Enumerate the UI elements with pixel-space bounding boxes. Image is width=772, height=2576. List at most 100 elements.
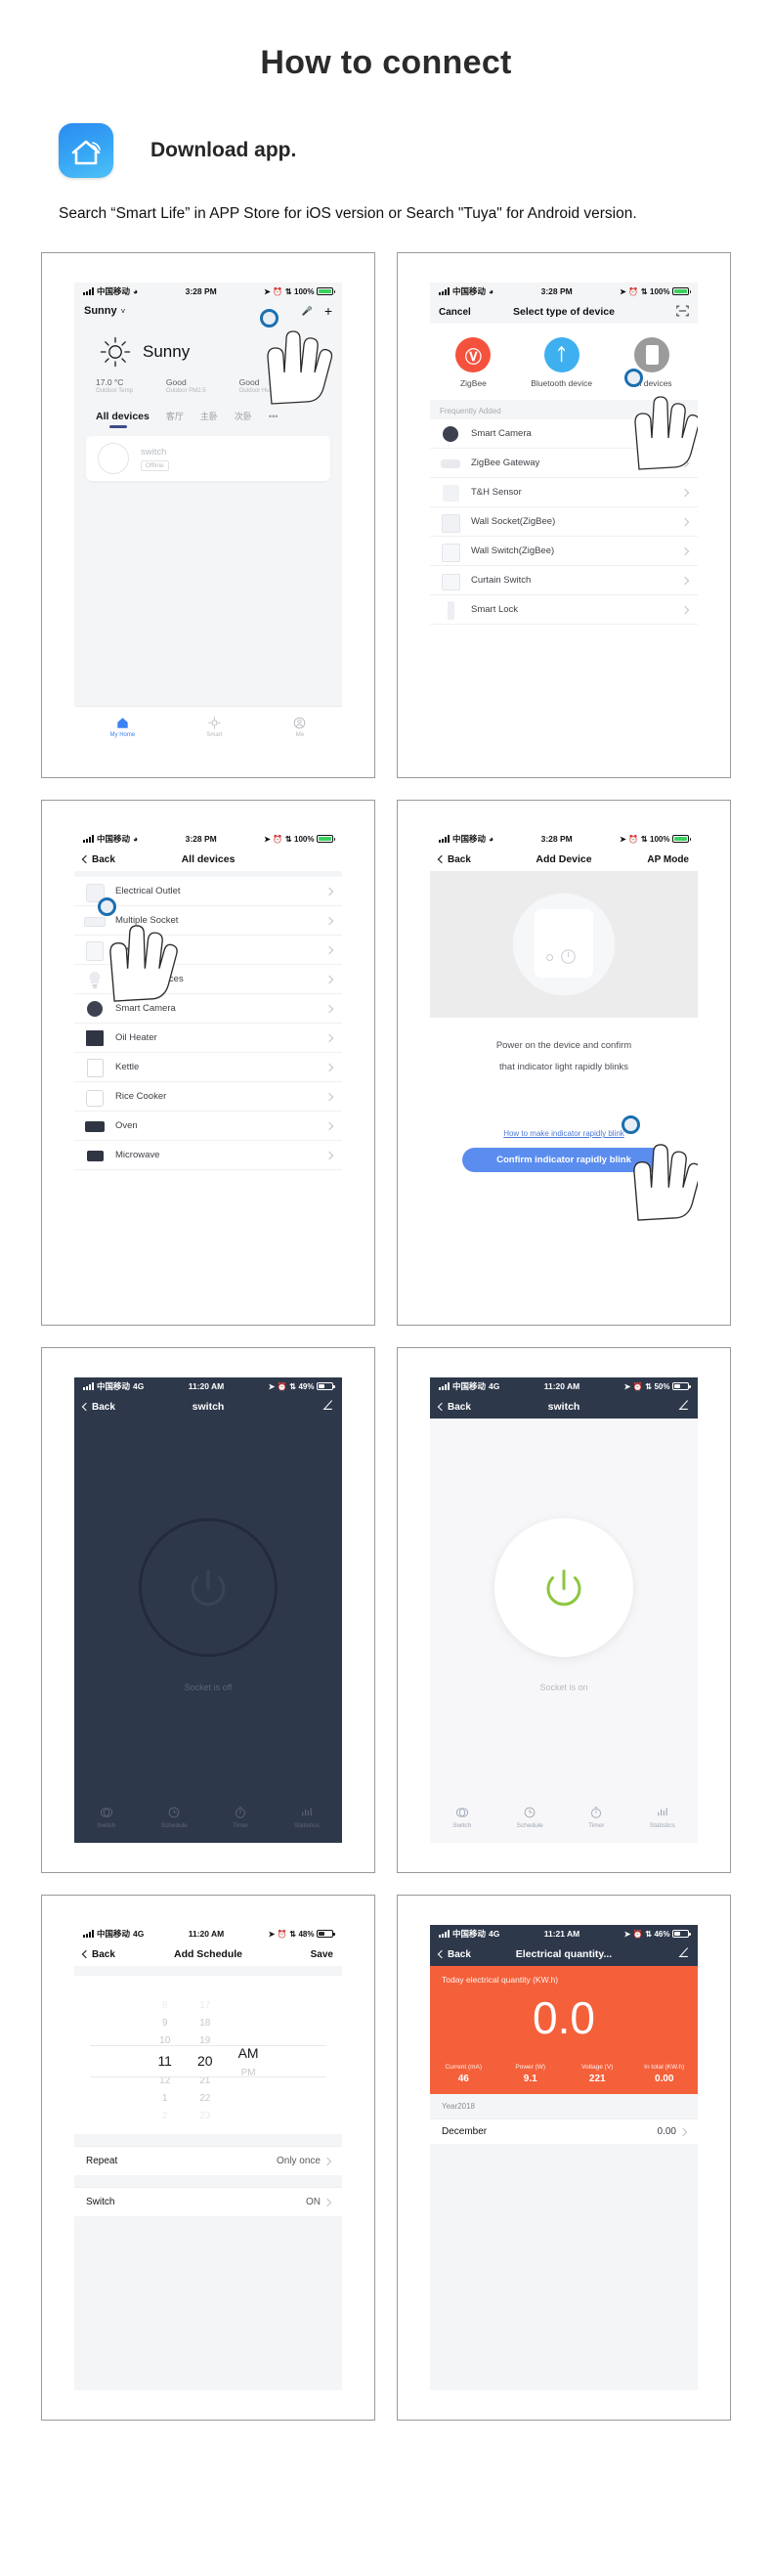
list-item[interactable]: Smart Camera (74, 994, 342, 1025)
power-toggle-button[interactable] (139, 1518, 278, 1658)
back-button[interactable]: Back (81, 853, 115, 865)
tab-timer[interactable]: Timer (233, 1806, 248, 1829)
list-item[interactable]: Rice Cooker (74, 1082, 342, 1113)
metric-voltage: Voltage (V) 221 (564, 2064, 631, 2084)
list-item[interactable]: Kettle (74, 1053, 342, 1083)
status-time: 11:20 AM (543, 1381, 580, 1392)
device-illustration (430, 871, 698, 1019)
type-tile-zigbee[interactable]: Ⓥ ZigBee (455, 337, 492, 388)
chevron-right-icon (324, 1092, 334, 1102)
stat-value: 17.0 °C (96, 377, 124, 388)
bottom-tab-smart[interactable]: Smart (206, 717, 222, 738)
type-tile-bluetooth[interactable]: ᛏ Bluetooth device (531, 337, 592, 388)
tab-statistics[interactable]: Statistics (650, 1806, 675, 1829)
city-selector[interactable]: Sunny (84, 305, 117, 317)
network-label: 4G (489, 1929, 500, 1940)
plus-icon[interactable]: + (324, 303, 332, 319)
grid-row-4: 中国移动 4G 11:20 AM ➤ ⏰ ⇅ 48% Back Add Sche… (41, 1895, 731, 2422)
switch-body: Socket is off (74, 1419, 342, 1792)
wall-switch-icon (440, 541, 461, 562)
row-repeat[interactable]: Repeat Only once (74, 2146, 342, 2175)
bottom-tab-me[interactable]: Me (293, 717, 306, 738)
tab-timer[interactable]: Timer (588, 1806, 604, 1829)
edit-pencil-icon[interactable] (322, 1400, 333, 1414)
tab-switch[interactable]: Switch (97, 1806, 115, 1829)
row-switch[interactable]: Switch ON (74, 2187, 342, 2216)
minute-option: 17 (199, 2000, 211, 2012)
instruction-line-1: Power on the device and confirm (495, 1040, 632, 1052)
status-badge: Offline (141, 459, 169, 471)
minute-selected: 20 (196, 2053, 213, 2070)
power-toggle-button[interactable] (494, 1518, 633, 1658)
home-screen: 中国移动 ◕ 3:28 PM ➤ ⏰ ⇅ 100% Sunny ˅ 🎤 + Su… (74, 283, 342, 749)
battery-percent: 50% (654, 1381, 670, 1391)
ap-mode-button[interactable]: AP Mode (647, 854, 689, 865)
clock-icon (524, 1808, 536, 1818)
battery-percent: 48% (298, 1929, 315, 1939)
signal-bars-icon (83, 1382, 94, 1391)
chevron-down-icon[interactable]: ˅ (121, 307, 126, 316)
list-item[interactable]: Microwave (74, 1141, 342, 1171)
list-item[interactable]: Switch (74, 936, 342, 966)
back-label: Back (92, 853, 115, 865)
meridiem-column[interactable]: AM PM (238, 2045, 259, 2078)
tab-switch[interactable]: Switch (452, 1806, 471, 1829)
device-card-switch[interactable]: switch Offline (86, 436, 330, 482)
back-button[interactable]: Back (437, 853, 471, 865)
status-time: 3:28 PM (185, 834, 217, 845)
tab-statistics[interactable]: Statistics (294, 1806, 320, 1829)
back-button[interactable]: Back (437, 1949, 471, 1960)
tab-schedule[interactable]: Schedule (161, 1806, 188, 1829)
back-button[interactable]: Back (81, 1402, 115, 1413)
alarm-icon: ⏰ (273, 286, 283, 296)
alarm-icon: ⏰ (632, 1381, 643, 1391)
time-picker[interactable]: 8 9 10 11 12 1 2 17 18 19 20 21 22 23 AM… (74, 1987, 342, 2134)
mic-icon[interactable]: 🎤 (302, 306, 313, 317)
signal-bars-icon (439, 1382, 450, 1391)
tab-more[interactable]: ••• (269, 412, 278, 421)
tab-all-devices[interactable]: All devices (96, 411, 150, 428)
battery-icon (317, 835, 335, 844)
list-item[interactable]: Smart Camera (430, 419, 698, 450)
phone-frame-2: 中国移动 ◕ 3:28 PM ➤ ⏰ ⇅ 100% Cancel Select … (430, 283, 698, 749)
list-item[interactable]: Curtain Switch (430, 566, 698, 596)
list-item[interactable]: Oil Heater (74, 1024, 342, 1054)
tab-second-bedroom[interactable]: 次卧 (235, 410, 252, 422)
switch-icon (100, 1808, 112, 1818)
list-item[interactable]: Oven (74, 1112, 342, 1142)
confirm-blink-button[interactable]: Confirm indicator rapidly blink (462, 1148, 665, 1173)
back-label: Back (448, 853, 471, 865)
how-to-blink-link[interactable]: How to make indicator rapidly blink (430, 1129, 698, 1138)
hour-column[interactable]: 8 9 10 11 12 1 2 (157, 2000, 172, 2121)
tab-master-bedroom[interactable]: 主卧 (200, 410, 218, 422)
list-item[interactable]: Wall Switch(ZigBee) (430, 537, 698, 567)
battery-icon (671, 1382, 691, 1391)
edit-pencil-icon[interactable] (678, 1947, 689, 1961)
scan-icon[interactable] (676, 305, 689, 320)
tab-schedule[interactable]: Schedule (517, 1806, 543, 1829)
list-item[interactable]: Smart Lock (430, 595, 698, 626)
pencil-glyph (322, 1400, 332, 1411)
location-icon: ➤ (623, 1381, 631, 1391)
list-item[interactable]: Wall Socket(ZigBee) (430, 507, 698, 538)
cancel-button[interactable]: Cancel (439, 307, 471, 318)
row-december[interactable]: December 0.00 (430, 2118, 698, 2145)
back-button[interactable]: Back (81, 1949, 115, 1960)
list-item[interactable]: ZigBee Gateway (430, 449, 698, 479)
item-label: Wall Socket(ZigBee) (471, 516, 556, 528)
status-bar: 中国移动 4G 11:20 AM ➤ ⏰ ⇅ 48% (74, 1925, 342, 1943)
smart-life-house-icon (59, 123, 113, 178)
location-icon: ➤ (623, 1929, 631, 1939)
list-item[interactable]: T&H Sensor (430, 478, 698, 508)
edit-pencil-icon[interactable] (678, 1400, 689, 1414)
list-item[interactable]: Lighting Devices (74, 965, 342, 995)
back-button[interactable]: Back (437, 1402, 471, 1413)
network-label: 4G (133, 1929, 145, 1940)
bottom-tab-my-home[interactable]: My Home (110, 717, 135, 738)
save-button[interactable]: Save (311, 1949, 333, 1960)
chevron-right-icon (322, 2157, 332, 2166)
status-time: 3:28 PM (540, 834, 573, 845)
minute-column[interactable]: 17 18 19 20 21 22 23 (197, 2000, 213, 2121)
battery-percent: 100% (650, 286, 670, 296)
tab-living-room[interactable]: 客厅 (166, 410, 184, 422)
